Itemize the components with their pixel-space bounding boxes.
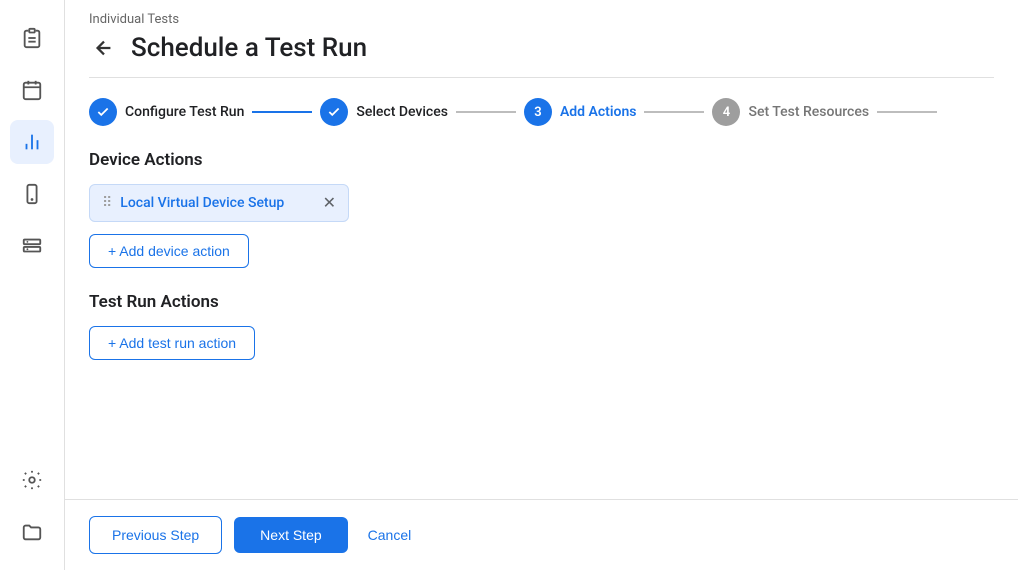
- drag-handle-icon[interactable]: ⠿: [102, 195, 112, 211]
- test-run-actions-section: Test Run Actions + Add test run action: [89, 292, 994, 360]
- step-3-circle: 3: [524, 98, 552, 126]
- step-2-label: Select Devices: [356, 104, 448, 120]
- previous-step-button[interactable]: Previous Step: [89, 516, 222, 554]
- add-device-action-button[interactable]: + Add device action: [89, 234, 249, 268]
- sidebar-item-phone[interactable]: [10, 172, 54, 216]
- header: Individual Tests Schedule a Test Run: [65, 0, 1018, 78]
- step-4-circle: 4: [712, 98, 740, 126]
- cancel-button[interactable]: Cancel: [360, 517, 420, 553]
- step-indicator: Configure Test Run Select Devices 3 Add …: [65, 78, 1018, 146]
- device-actions-section: Device Actions ⠿ Local Virtual Device Se…: [89, 150, 994, 268]
- step-1-circle: [89, 98, 117, 126]
- main-panel: Individual Tests Schedule a Test Run Con…: [65, 0, 1018, 570]
- step-1: Configure Test Run: [89, 98, 244, 126]
- sidebar-item-chart[interactable]: [10, 120, 54, 164]
- step-2: Select Devices: [320, 98, 448, 126]
- device-action-chip: ⠿ Local Virtual Device Setup ✕: [89, 184, 349, 222]
- sidebar-item-servers[interactable]: [10, 224, 54, 268]
- connector-3: [644, 111, 704, 113]
- add-test-run-action-button[interactable]: + Add test run action: [89, 326, 255, 360]
- connector-1: [252, 111, 312, 113]
- footer: Previous Step Next Step Cancel: [65, 499, 1018, 570]
- sidebar-item-clipboard[interactable]: [10, 16, 54, 60]
- connector-4: [877, 111, 937, 113]
- test-run-actions-title: Test Run Actions: [89, 292, 994, 312]
- next-step-button[interactable]: Next Step: [234, 517, 347, 553]
- sidebar-item-settings[interactable]: [10, 458, 54, 502]
- back-button[interactable]: [89, 33, 119, 63]
- step-2-circle: [320, 98, 348, 126]
- sidebar-item-folder[interactable]: [10, 510, 54, 554]
- step-4: 4 Set Test Resources: [712, 98, 869, 126]
- device-actions-title: Device Actions: [89, 150, 994, 170]
- step-4-label: Set Test Resources: [748, 104, 869, 120]
- title-row: Schedule a Test Run: [89, 33, 994, 78]
- sidebar-item-calendar[interactable]: [10, 68, 54, 112]
- content-area: Device Actions ⠿ Local Virtual Device Se…: [65, 146, 1018, 499]
- chip-close-button[interactable]: ✕: [323, 193, 336, 213]
- page-title: Schedule a Test Run: [131, 33, 367, 63]
- breadcrumb: Individual Tests: [89, 12, 994, 27]
- step-3-label: Add Actions: [560, 104, 637, 120]
- sidebar: [0, 0, 65, 570]
- chip-label: Local Virtual Device Setup: [120, 195, 314, 211]
- connector-2: [456, 111, 516, 113]
- step-3: 3 Add Actions: [524, 98, 637, 126]
- step-1-label: Configure Test Run: [125, 104, 244, 120]
